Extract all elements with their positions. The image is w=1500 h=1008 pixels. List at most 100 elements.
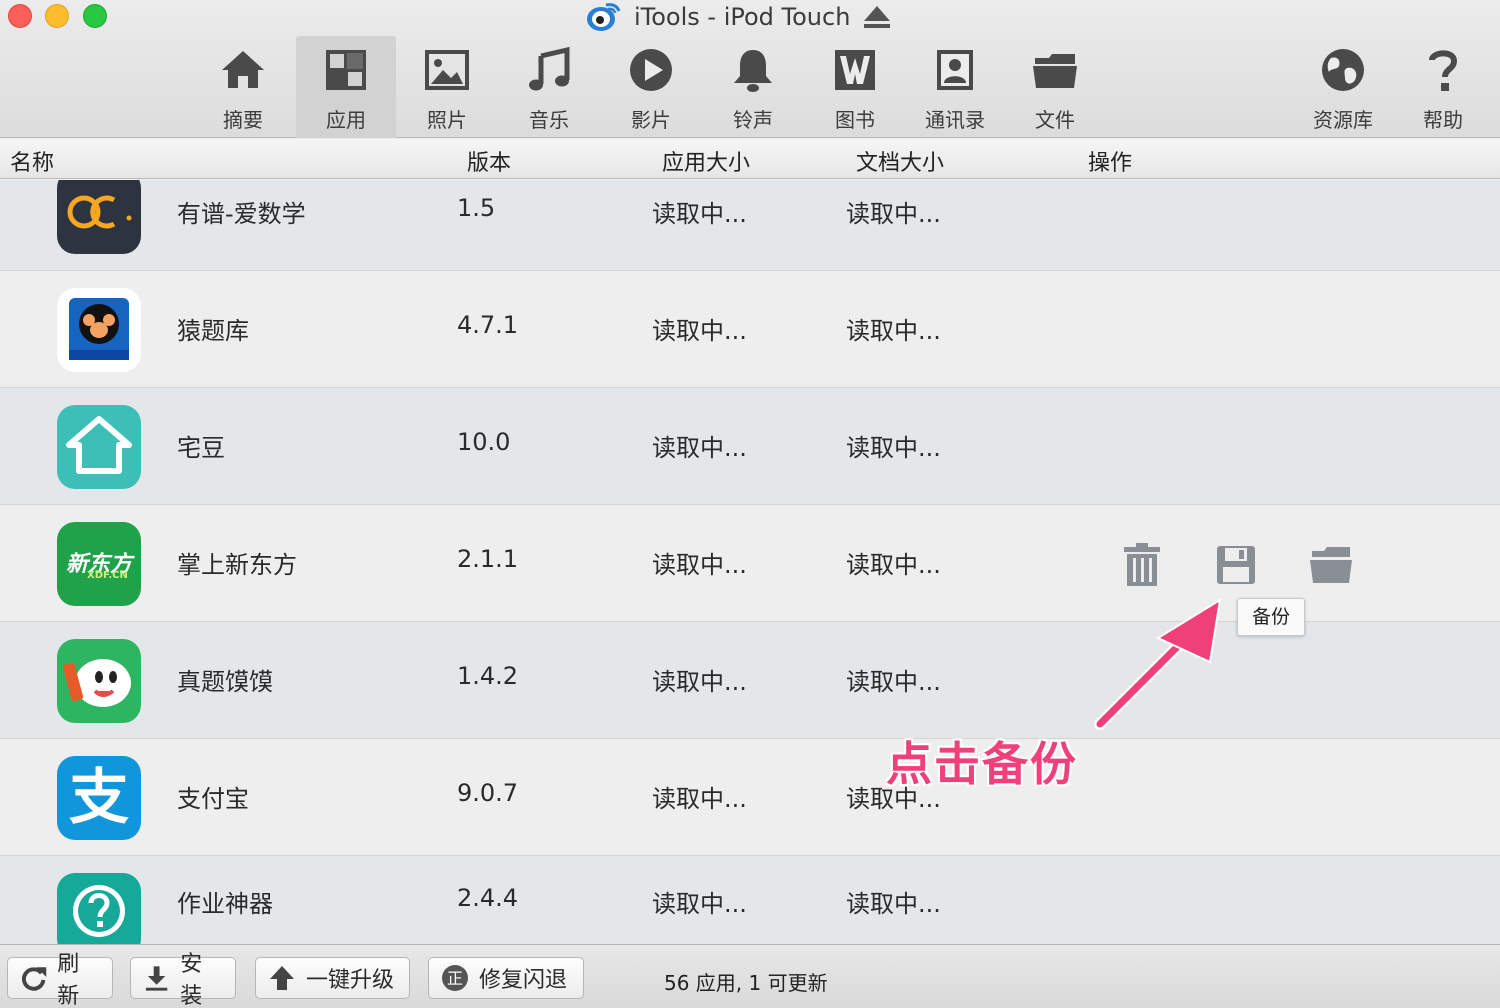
folder-open-icon[interactable]: [1309, 543, 1353, 587]
app-name: 作业神器: [177, 890, 273, 918]
refresh-label: 刷新: [57, 952, 80, 1008]
column-header-doc-size[interactable]: 文档大小: [856, 145, 944, 177]
tab-apps[interactable]: 应用: [296, 36, 396, 138]
bell-icon: [734, 50, 772, 92]
upgrade-all-label: 一键升级: [306, 968, 395, 993]
annotation-arrow-icon: [1094, 598, 1222, 730]
app-size: 读取中...: [652, 551, 747, 579]
yuantiku-app-icon: [57, 288, 141, 372]
fix-crash-button[interactable]: 正 修复闪退: [428, 957, 584, 999]
bottom-toolbar: 刷新 安装 一键升级 正 修复闪退 56 应用, 1 可更新: [0, 944, 1500, 1008]
youpu-app-icon: [57, 180, 141, 254]
click-backup-annotation: 点击备份: [886, 737, 1078, 791]
column-header-app-size[interactable]: 应用大小: [662, 145, 750, 177]
install-label: 安装: [180, 952, 203, 1008]
trash-icon[interactable]: [1120, 543, 1164, 587]
doc-size: 读取中...: [846, 200, 941, 228]
tab-summary[interactable]: 摘要: [193, 36, 293, 138]
doc-size: 读取中...: [846, 434, 941, 462]
tab-books[interactable]: 图书: [805, 36, 905, 138]
doc-size: 读取中...: [846, 890, 941, 918]
tab-summary-label: 摘要: [223, 108, 263, 132]
apps-icon: [326, 50, 366, 90]
fix-crash-label: 修复闪退: [479, 968, 568, 993]
tab-files[interactable]: 文件: [1005, 36, 1105, 138]
app-size: 读取中...: [652, 890, 747, 918]
install-button[interactable]: 安装: [130, 952, 236, 1008]
music-icon: [529, 46, 570, 91]
globe-icon: [1322, 49, 1364, 91]
refresh-icon: [22, 967, 47, 991]
app-name: 猿题库: [177, 317, 249, 345]
book-icon: [835, 50, 875, 90]
window-toolbar: iTools - iPod Touch 摘要 应用 照片 音乐 影片 铃声 图书…: [0, 0, 1500, 138]
app-size: 读取中...: [652, 434, 747, 462]
table-row[interactable]: 支 支付宝 9.0.7 读取中... 读取中...: [0, 739, 1500, 856]
tab-help[interactable]: 帮助: [1393, 36, 1493, 138]
photo-icon: [425, 50, 469, 90]
save-icon[interactable]: [1214, 543, 1258, 587]
tab-apps-label: 应用: [326, 108, 366, 132]
app-version: 2.4.4: [457, 884, 519, 912]
tab-photos-label: 照片: [427, 108, 467, 132]
app-size: 读取中...: [652, 200, 747, 228]
app-version: 1.4.2: [457, 662, 519, 690]
doc-size: 读取中...: [846, 317, 941, 345]
tab-music[interactable]: 音乐: [499, 36, 599, 138]
tab-files-label: 文件: [1035, 108, 1075, 132]
zoom-window-button[interactable]: [83, 4, 107, 28]
tab-help-label: 帮助: [1423, 108, 1463, 132]
table-row[interactable]: 真题馍馍 1.4.2 读取中... 读取中...: [0, 622, 1500, 739]
close-window-button[interactable]: [8, 4, 32, 28]
table-row[interactable]: 猿题库 4.7.1 读取中... 读取中...: [0, 271, 1500, 388]
app-name: 宅豆: [177, 434, 225, 462]
table-header: 名称 版本 应用大小 文档大小 操作: [0, 139, 1500, 179]
app-version: 1.5: [457, 194, 496, 222]
refresh-button[interactable]: 刷新: [7, 952, 113, 1008]
tab-ringtones-label: 铃声: [733, 108, 773, 132]
table-row[interactable]: 有谱-爱数学 1.5 读取中... 读取中...: [0, 180, 1500, 271]
alipay-app-icon: 支: [57, 756, 141, 840]
upgrade-all-button[interactable]: 一键升级: [255, 957, 410, 999]
column-header-actions: 操作: [1088, 151, 1133, 176]
column-header-name[interactable]: 名称: [10, 145, 54, 177]
tab-ringtones[interactable]: 铃声: [703, 36, 803, 138]
tab-movies[interactable]: 影片: [601, 36, 701, 138]
itools-logo-icon: [587, 3, 621, 31]
app-name: 掌上新东方: [177, 551, 297, 579]
minimize-window-button[interactable]: [45, 4, 69, 28]
download-icon: [145, 966, 168, 991]
doc-size: 读取中...: [846, 551, 941, 579]
help-icon: [1429, 50, 1458, 91]
eject-icon[interactable]: [862, 4, 892, 30]
xdf-app-icon: 新东方 XDF.CN: [57, 522, 141, 606]
table-row[interactable]: 作业神器 2.4.4 读取中... 读取中...: [0, 856, 1500, 944]
tab-contacts-label: 通讯录: [925, 108, 985, 132]
column-header-version[interactable]: 版本: [467, 145, 511, 177]
app-list[interactable]: 有谱-爱数学 1.5 读取中... 读取中... 猿题库 4.7.1 读取中..…: [0, 180, 1500, 944]
app-name: 支付宝: [177, 785, 249, 813]
app-version: 2.1.1: [457, 545, 519, 573]
tab-photos[interactable]: 照片: [397, 36, 497, 138]
folder-icon: [1033, 54, 1077, 88]
tab-contacts[interactable]: 通讯录: [905, 36, 1005, 138]
tab-library-label: 资源库: [1313, 108, 1373, 132]
contacts-icon: [937, 50, 973, 90]
zhentimomo-app-icon: [57, 639, 141, 723]
xdf-icon-subtext: XDF.CN: [87, 570, 128, 581]
play-icon: [630, 49, 672, 91]
doc-size: 读取中...: [846, 668, 941, 696]
tab-music-label: 音乐: [529, 108, 569, 132]
app-count-status: 56 应用, 1 可更新: [664, 971, 828, 995]
app-name: 有谱-爱数学: [177, 200, 306, 228]
app-size: 读取中...: [652, 785, 747, 813]
table-row[interactable]: 宅豆 10.0 读取中... 读取中...: [0, 388, 1500, 505]
window-title: iTools - iPod Touch: [634, 3, 851, 31]
zuoye-app-icon: [57, 873, 141, 944]
backup-tooltip: 备份: [1237, 598, 1305, 636]
tab-books-label: 图书: [835, 108, 875, 132]
app-name: 真题馍馍: [177, 668, 273, 696]
tab-library[interactable]: 资源库: [1293, 36, 1393, 138]
home-icon: [222, 51, 264, 88]
window-title-area: iTools - iPod Touch: [584, 0, 892, 34]
